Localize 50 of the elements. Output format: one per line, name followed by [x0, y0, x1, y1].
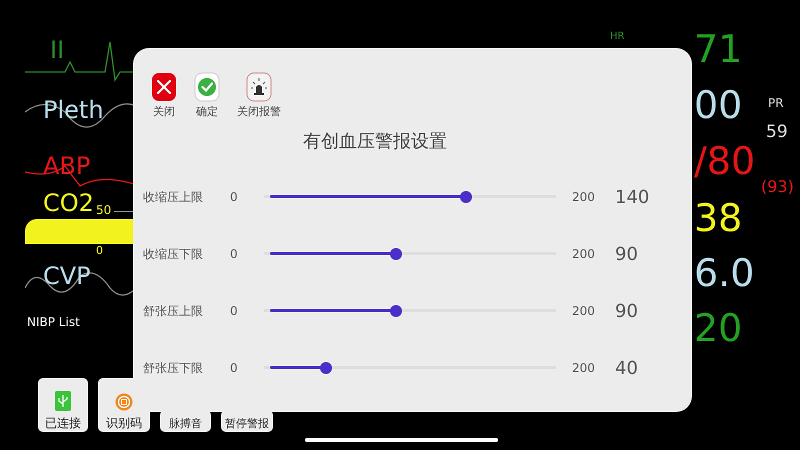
max-value: 200 — [572, 303, 596, 320]
scale-label: 50 — [96, 204, 112, 216]
scale-label: 0 — [96, 245, 103, 256]
siren-icon — [246, 72, 272, 102]
slider-value: 140 — [615, 186, 650, 210]
dialog-title: 有创血压警报设置 — [303, 133, 448, 151]
vital-value: 71 — [694, 30, 742, 68]
waveform-label: II — [50, 38, 64, 62]
slider-label: 舒张压下限 — [143, 360, 204, 377]
alarm-off-button[interactable]: 关闭报警 — [237, 72, 281, 117]
close-icon — [151, 72, 177, 102]
min-value: 0 — [230, 246, 239, 263]
id-icon — [115, 393, 133, 411]
mean-pressure: (93) — [761, 179, 794, 195]
max-value: 200 — [572, 246, 596, 263]
max-value: 200 — [572, 360, 596, 377]
vital-value: 00 — [694, 86, 742, 124]
slider-label: 收缩压下限 — [143, 246, 204, 263]
confirm-button[interactable]: 确定 — [194, 72, 220, 117]
slider-value: 90 — [615, 242, 638, 266]
pr-label: PR — [768, 97, 784, 109]
max-value: 200 — [572, 189, 596, 206]
usb-icon — [55, 391, 71, 411]
vital-value: 6.0 — [694, 254, 754, 292]
toolbar-button[interactable]: 暂停警报 — [221, 410, 273, 432]
toolbar-button[interactable]: 脉搏音 — [160, 410, 211, 432]
hr-label: HR — [610, 32, 624, 42]
vital-value: /80 — [694, 142, 756, 180]
min-value: 0 — [230, 303, 239, 320]
waveform-label: ABP — [43, 154, 90, 178]
nibp-list-label: NIBP List — [27, 316, 80, 328]
slider-value: 40 — [615, 356, 638, 380]
slider-thumb[interactable] — [460, 191, 472, 203]
min-value: 0 — [230, 189, 239, 206]
pr-value: 59 — [766, 124, 788, 141]
slider-label: 收缩压上限 — [143, 189, 204, 206]
slider-thumb[interactable] — [390, 305, 402, 317]
waveform-label: CVP — [43, 264, 91, 288]
waveform-label: CO2 — [43, 191, 94, 215]
toolbar-button[interactable]: 已连接 — [38, 378, 88, 432]
vital-value: 38 — [694, 199, 742, 237]
slider-value: 90 — [615, 300, 638, 324]
toolbar-button[interactable]: 识别码 — [98, 378, 150, 432]
vital-value: 20 — [694, 309, 742, 347]
min-value: 0 — [230, 360, 239, 377]
slider-thumb[interactable] — [320, 362, 332, 374]
close-button[interactable]: 关闭 — [151, 72, 177, 117]
slider-thumb[interactable] — [390, 248, 402, 260]
slider-label: 舒张压上限 — [143, 303, 204, 320]
check-icon — [194, 72, 220, 102]
